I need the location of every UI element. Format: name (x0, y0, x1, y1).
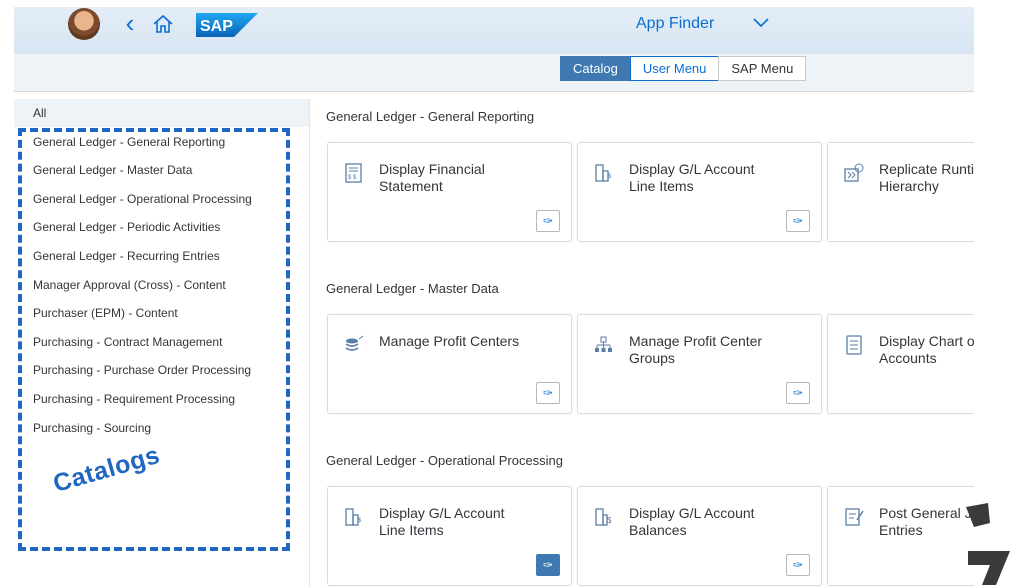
view-switch: Catalog User Menu SAP Menu (560, 56, 807, 81)
user-menu-tab[interactable]: User Menu (629, 56, 720, 81)
tile-title: Post General Journal Entries (879, 505, 974, 538)
tile-title: Display G/L Account Balances (629, 505, 755, 538)
pin-icon[interactable]: ✑ (786, 382, 810, 404)
user-avatar[interactable] (68, 8, 100, 40)
tile-content-area: General Ledger - General Reporting $ $ D… (310, 92, 974, 587)
account-line-items-icon: $ (345, 508, 362, 526)
svg-text:$: $ (608, 174, 612, 180)
app-title[interactable]: App Finder (636, 15, 714, 33)
app-tile[interactable]: $ Display G/L Account Line Items ✑ (327, 486, 572, 586)
financial-statement-icon: $ $ (345, 163, 362, 183)
app-tile[interactable]: Post General Journal Entries (827, 486, 974, 586)
profit-center-icon (345, 335, 364, 351)
sub-header (14, 54, 974, 92)
decorative-shape (968, 551, 1010, 585)
svg-text:$ $: $ $ (348, 175, 357, 181)
tile-title: Display G/L Account Line Items (629, 161, 755, 194)
svg-text:$: $ (358, 518, 362, 524)
app-tile[interactable]: $ Display G/L Account Line Items ✑ (577, 142, 822, 242)
pin-icon[interactable]: ✑ (786, 210, 810, 232)
sap-logo[interactable]: SAP (196, 13, 258, 37)
post-journal-icon (845, 508, 864, 526)
profit-center-groups-icon (595, 336, 612, 352)
tile-title: Manage Profit Centers (379, 333, 520, 349)
svg-text:SAP: SAP (200, 18, 233, 35)
catalog-tab[interactable]: Catalog (560, 56, 631, 81)
group-title: General Ledger - Master Data (326, 281, 499, 296)
pin-icon[interactable]: ✑ (536, 210, 560, 232)
svg-text:$: $ (607, 516, 612, 525)
chart-of-accounts-icon (846, 335, 862, 355)
tile-title: Replicate Runtime Hierarchy (879, 161, 974, 194)
home-icon[interactable] (152, 14, 174, 34)
pin-icon[interactable]: ✑ (786, 554, 810, 576)
app-tile[interactable]: $ $ Display Financial Statement ✑ (327, 142, 572, 242)
tile-title: Manage Profit Center Groups (629, 333, 763, 366)
pin-icon[interactable]: ✑ (536, 382, 560, 404)
sap-menu-tab[interactable]: SAP Menu (718, 56, 807, 81)
account-line-items-icon: $ (595, 164, 612, 182)
pin-icon[interactable]: ✑ (536, 554, 560, 576)
app-tile[interactable]: Display Chart of Accounts (827, 314, 974, 414)
tile-title: Display Chart of Accounts (879, 333, 974, 366)
app-tile[interactable]: Manage Profit Center Groups ✑ (577, 314, 822, 414)
group-title: General Ledger - Operational Processing (326, 453, 564, 468)
decorative-shape (966, 503, 990, 527)
replicate-hierarchy-icon (844, 163, 864, 182)
app-tile[interactable]: Manage Profit Centers ✑ (327, 314, 572, 414)
account-balances-icon: $ (595, 508, 612, 526)
sidebar-item-all[interactable]: All (14, 99, 309, 127)
chevron-down-icon[interactable] (752, 16, 770, 30)
tile-title: Display G/L Account Line Items (379, 505, 505, 538)
tile-title: Display Financial Statement (379, 161, 485, 194)
chevron-left-icon[interactable]: ‹ (118, 9, 142, 37)
group-title: General Ledger - General Reporting (326, 109, 535, 124)
app-tile[interactable]: $ Display G/L Account Balances ✑ (577, 486, 822, 586)
app-tile[interactable]: Replicate Runtime Hierarchy (827, 142, 974, 242)
